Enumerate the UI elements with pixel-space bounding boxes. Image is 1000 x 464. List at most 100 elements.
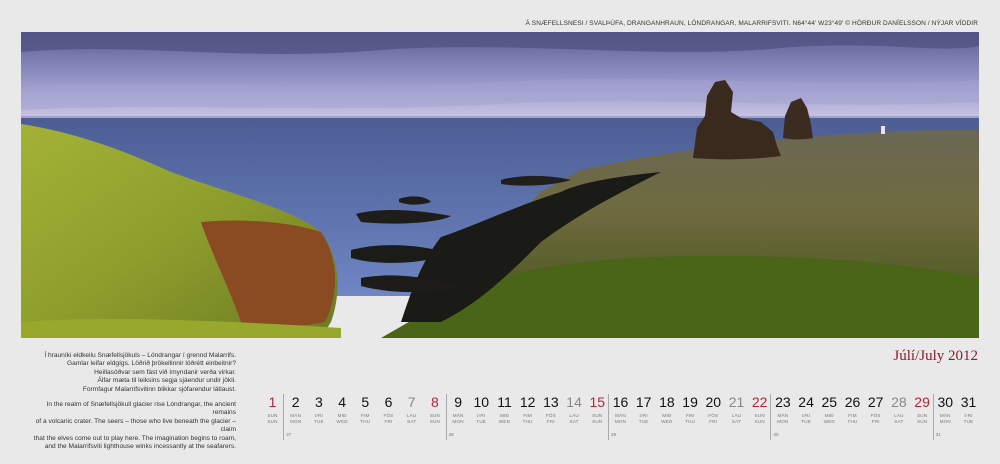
day-number: 16	[612, 394, 629, 410]
calendar-day: 6 FÖS FRI	[377, 394, 400, 425]
calendar-day: 25 MIÐ WED	[818, 394, 841, 425]
day-number: 1	[268, 394, 277, 410]
day-number: 22	[751, 394, 768, 410]
day-number: 3	[314, 394, 323, 410]
day-abbr-en: FRI	[384, 419, 393, 424]
poem-line-en: In the realm of Snæfellsjökull glacier r…	[46, 401, 237, 417]
day-abbr-en: THU	[685, 419, 696, 424]
day-number: 26	[844, 394, 861, 410]
week-number: 28	[448, 432, 454, 437]
day-number: 15	[589, 394, 606, 410]
day-number: 31	[960, 394, 977, 410]
calendar-day: 15 SUN SUN	[586, 394, 609, 425]
day-abbr-en: SAT	[407, 419, 417, 424]
day-abbr-en: FRI	[546, 419, 555, 424]
day-abbr-en: TUE	[963, 419, 974, 424]
week-number: 27	[286, 432, 292, 437]
day-number: 17	[635, 394, 652, 410]
calendar-day: 8 SUN SUN	[423, 394, 446, 425]
calendar-day: 19 FIM THU	[679, 394, 702, 425]
day-abbr-en: THU	[360, 419, 371, 424]
calendar-strip: 1 SUN SUN 27 2 MÁN MON 3 ÞRI TUE 4 MIÐ WED 5 FIM THU 6 FÖ…	[261, 394, 979, 444]
day-number: 10	[473, 394, 490, 410]
poem-line-en: and the Malarrifsviti lighthouse winks i…	[44, 443, 236, 451]
day-number: 11	[497, 394, 512, 410]
day-abbr-en: SUN	[267, 419, 278, 424]
day-abbr-en: SAT	[731, 419, 742, 424]
day-abbr-en: MON	[939, 419, 951, 424]
calendar-day: 30 MÁN MON	[934, 394, 957, 425]
photo-caption: Á Snæfellsnesi / Svalþúfa, Dranganhraun,…	[525, 20, 978, 27]
day-number: 18	[659, 394, 675, 410]
day-number: 4	[338, 394, 346, 410]
day-number: 14	[566, 394, 582, 410]
calendar-day: 29 SUN SUN	[911, 394, 934, 425]
calendar-day: 11 MIÐ WED	[493, 394, 516, 425]
month-title: Júlí/July 2012	[893, 348, 978, 364]
day-number: 2	[291, 394, 300, 410]
day-abbr-en: TUE	[638, 419, 649, 424]
day-number: 9	[454, 394, 462, 410]
poem-line-en: that the elves come out to play here. Th…	[33, 434, 236, 442]
day-number: 25	[821, 394, 838, 410]
day-abbr-en: SUN	[592, 419, 603, 424]
poem-line-is: Gamlar leifar eldgígs. Löðrið þrökellinn…	[67, 360, 236, 368]
day-number: 23	[775, 394, 791, 410]
calendar-day: 12 FIM THU	[516, 394, 539, 425]
day-number: 21	[728, 394, 745, 410]
day-abbr-en: MON	[777, 419, 789, 424]
day-number: 28	[891, 394, 907, 410]
day-number: 27	[867, 394, 884, 410]
day-abbr-en: SUN	[754, 419, 765, 424]
calendar-day: 10 ÞRI TUE	[470, 394, 493, 425]
calendar-day: 17 ÞRI TUE	[632, 394, 655, 425]
calendar-day: 9 MÁN MON	[447, 394, 470, 425]
day-abbr-en: FRI	[871, 419, 880, 424]
calendar-day: 18 MIÐ WED	[655, 394, 678, 425]
calendar-day: 31 ÞRI TUE	[957, 394, 980, 425]
day-number: 6	[384, 394, 393, 410]
day-abbr-en: WED	[823, 419, 835, 424]
calendar-day: 24 ÞRI TUE	[795, 394, 818, 425]
poem-line-is: Heillasöðvar sem fást við ímyndanir verð…	[94, 368, 236, 376]
day-abbr-en: TUE	[801, 419, 811, 424]
day-abbr-en: THU	[522, 419, 533, 424]
day-number: 5	[361, 394, 370, 410]
day-number: 29	[914, 394, 930, 410]
day-number: 8	[430, 394, 439, 410]
calendar-day: 26 FIM THU	[841, 394, 864, 425]
day-abbr-en: SAT	[569, 419, 579, 424]
day-abbr-en: SAT	[894, 419, 904, 424]
day-abbr-en: FRI	[709, 419, 718, 424]
day-number: 24	[798, 394, 814, 410]
poem-line-is: Formfagur Malarrifsvitinn blikkar sjófar…	[82, 385, 236, 393]
day-abbr-en: MON	[452, 419, 464, 424]
poem-text: Í hrauníki eldkeilu Snæfellsjökuls – Lón…	[22, 352, 236, 451]
day-abbr-en: SUN	[916, 419, 928, 424]
day-abbr-en: MON	[614, 419, 627, 424]
calendar-day: 20 FÖS FRI	[702, 394, 725, 425]
calendar-day: 14 LAU SAT	[563, 394, 586, 425]
day-abbr-en: MON	[290, 419, 302, 424]
calendar-day: 27 FÖS FRI	[864, 394, 887, 425]
calendar-day: 5 FIM THU	[354, 394, 377, 425]
day-number: 20	[705, 394, 722, 410]
calendar-day: 22 SUN SUN	[748, 394, 771, 425]
calendar-day: 23 MÁN MON	[771, 394, 794, 425]
week-number: 29	[611, 432, 617, 437]
day-abbr-en: WED	[336, 419, 348, 424]
calendar-day: 21 LAU SAT	[725, 394, 748, 425]
day-number: 12	[519, 394, 536, 410]
calendar-day: 13 FÖS FRI	[539, 394, 562, 425]
calendar-day: 28 LAU SAT	[887, 394, 910, 425]
day-abbr-en: WED	[661, 419, 673, 424]
calendar-day: 3 ÞRI TUE	[307, 394, 330, 425]
day-abbr-en: SUN	[429, 419, 441, 424]
calendar-day: 16 MÁN MON	[609, 394, 632, 425]
day-number: 19	[682, 394, 698, 410]
week-number: 31	[935, 432, 941, 437]
day-abbr-en: THU	[847, 419, 858, 424]
calendar-day: 7 LAU SAT	[400, 394, 423, 425]
landscape-photo	[21, 32, 979, 338]
calendar-day: 1 SUN SUN	[261, 394, 284, 425]
